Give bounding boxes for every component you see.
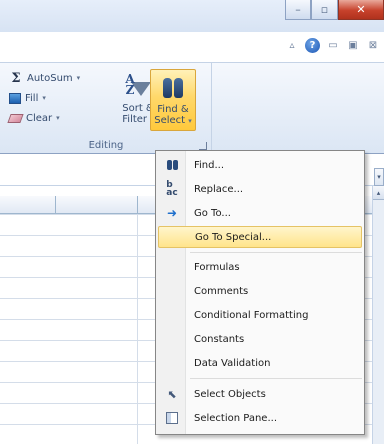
sort-filter-icon: AZ [125, 69, 151, 101]
title-bar: – ▫ ✕ [0, 0, 384, 32]
clear-label: Clear [26, 112, 53, 124]
menu-item-selection-pane[interactable]: Selection Pane... [158, 407, 362, 429]
autosum-caret: ▾ [76, 74, 81, 82]
find-select-label-1: Find & [157, 104, 189, 115]
close-button[interactable]: ✕ [338, 0, 384, 20]
binoculars-icon [158, 154, 186, 176]
find-select-button[interactable]: Find & Select ▾ [150, 69, 196, 131]
menu-item-go-to[interactable]: ➜ Go To... [158, 202, 362, 224]
replace-icon: b ac [166, 180, 178, 198]
scroll-up-button[interactable]: ▴ [373, 186, 384, 200]
grid-column-line [137, 214, 138, 444]
arrow-right-icon: ➜ [166, 206, 178, 220]
menu-item-go-to-special[interactable]: Go To Special... [158, 226, 362, 248]
column-separator[interactable] [137, 196, 138, 214]
menu-item-select-objects[interactable]: ⬉ Select Objects [158, 383, 362, 405]
vertical-scrollbar[interactable]: ▴ [372, 186, 384, 444]
ribbon-top-icons: ▵ ? ▭ ▣ ⊠ [285, 36, 380, 54]
clear-button[interactable]: Clear ▾ [7, 109, 60, 127]
menu-item-constants[interactable]: Constants [158, 328, 362, 350]
sort-filter-label-2: Filter ▾ [122, 114, 153, 125]
fill-button[interactable]: Fill ▾ [9, 89, 46, 107]
autosum-button[interactable]: Σ AutoSum ▾ [9, 69, 80, 87]
workbook-minimize-icon[interactable]: ▭ [326, 38, 340, 52]
formula-bar-expand-button[interactable]: ▾ [374, 168, 384, 186]
workbook-restore-icon[interactable]: ▣ [346, 38, 360, 52]
fill-label: Fill [25, 92, 39, 104]
autosum-label: AutoSum [27, 72, 73, 84]
eraser-icon [7, 113, 24, 123]
find-select-label-2: Select ▾ [154, 115, 192, 126]
minimize-button[interactable]: – [285, 0, 311, 20]
menu-item-data-validation[interactable]: Data Validation [158, 352, 362, 374]
column-separator[interactable] [55, 196, 56, 214]
binoculars-icon [163, 70, 183, 102]
menu-item-formulas[interactable]: Formulas [158, 256, 362, 278]
fill-caret: ▾ [42, 94, 46, 102]
help-icon[interactable]: ? [305, 37, 320, 53]
find-select-menu: Find... b ac Replace... ➜ Go To... Go To … [155, 150, 365, 435]
menu-separator [190, 252, 362, 253]
sigma-icon: Σ [11, 70, 21, 86]
clear-caret: ▾ [56, 114, 60, 122]
ribbon: Σ AutoSum ▾ Fill ▾ Clear ▾ AZ Sort & Fil… [0, 62, 384, 154]
menu-item-find[interactable]: Find... [158, 154, 362, 176]
dialog-launcher-icon[interactable] [199, 142, 207, 150]
maximize-button[interactable]: ▫ [311, 0, 338, 20]
window-controls: – ▫ ✕ [285, 0, 384, 20]
menu-item-comments[interactable]: Comments [158, 280, 362, 302]
menu-item-replace[interactable]: b ac Replace... [158, 178, 362, 200]
sort-filter-label-1: Sort & [122, 103, 154, 114]
select-pointer-icon: ⬉ [167, 387, 177, 401]
editing-group: Σ AutoSum ▾ Fill ▾ Clear ▾ AZ Sort & Fil… [0, 63, 212, 154]
workbook-close-icon[interactable]: ⊠ [366, 38, 380, 52]
selection-pane-icon [158, 407, 186, 429]
fill-icon [9, 92, 21, 104]
menu-item-conditional-formatting[interactable]: Conditional Formatting [158, 304, 362, 326]
menu-separator [190, 378, 362, 379]
ribbon-minimize-icon[interactable]: ▵ [285, 38, 299, 52]
